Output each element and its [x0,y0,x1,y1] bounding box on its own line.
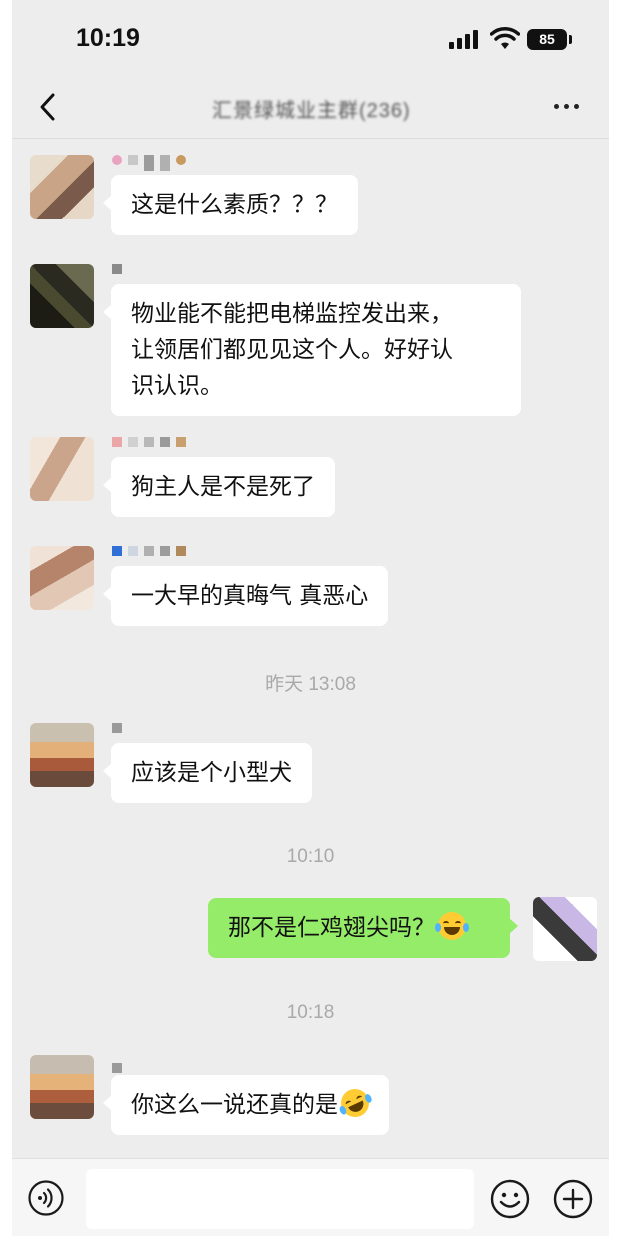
message-input[interactable] [86,1169,474,1229]
message-text: 那不是仁鸡翅尖吗？ [228,915,435,941]
sender-name-blurred [112,264,128,282]
sender-name-blurred [112,437,192,455]
sender-name-blurred [112,155,192,173]
input-bar [12,1158,609,1236]
avatar[interactable] [30,437,94,501]
laughing-tears-emoji [435,912,469,940]
message-line: 物业能不能把电梯监控发出来， [131,301,453,327]
chevron-left-icon[interactable] [34,92,64,122]
sender-name-blurred [112,546,192,564]
my-avatar[interactable] [533,897,597,961]
message-bubble[interactable]: 一大早的真晦气 真恶心 [102,566,389,626]
voice-icon[interactable] [28,1180,64,1216]
timestamp: 昨天 13:08 [265,674,356,695]
my-message-bubble[interactable]: 那不是仁鸡翅尖吗？ [208,898,518,958]
message-bubble[interactable]: 你这么一说还真的是 [103,1075,389,1135]
chat-header: 汇景绿城业主群(236) [12,80,609,139]
sender-name-blurred [112,723,128,741]
avatar[interactable] [30,1055,94,1119]
rolling-laugh-emoji [336,1084,374,1122]
avatar[interactable] [30,723,94,787]
message-bubble[interactable]: 应该是个小型犬 [103,743,312,803]
wifi-icon [490,27,520,49]
message-bubble[interactable]: 狗主人是不是死了 [103,457,335,517]
message-bubble[interactable]: 这是什么素质？？？ [103,175,358,235]
status-time: 10:19 [76,24,140,52]
chat-screen: 10:19 85 汇景绿城业主群(236) 这是什么素质？？？ 物业能不能把电梯… [12,0,609,1236]
status-bar: 10:19 85 [12,0,609,80]
timestamp: 10:18 [286,1002,335,1023]
cellular-signal-icon [449,29,481,49]
battery-icon: 85 [527,29,567,50]
message-text: 你这么一说还真的是 [131,1092,338,1118]
avatar[interactable] [30,155,94,219]
message-line: 识认识。 [131,373,223,399]
smile-icon[interactable] [490,1179,530,1219]
avatar[interactable] [30,546,94,610]
plus-icon[interactable] [553,1179,593,1219]
message-bubble[interactable]: 物业能不能把电梯监控发出来， 让领居们都见见这个人。好好认 识认识。 [103,284,521,416]
chat-title[interactable]: 汇景绿城业主群(236) [212,94,411,123]
message-line: 让领居们都见见这个人。好好认 [131,337,453,363]
battery-tip [569,35,572,44]
more-dots-icon[interactable] [552,96,582,116]
timestamp: 10:10 [286,846,335,867]
avatar[interactable] [30,264,94,328]
